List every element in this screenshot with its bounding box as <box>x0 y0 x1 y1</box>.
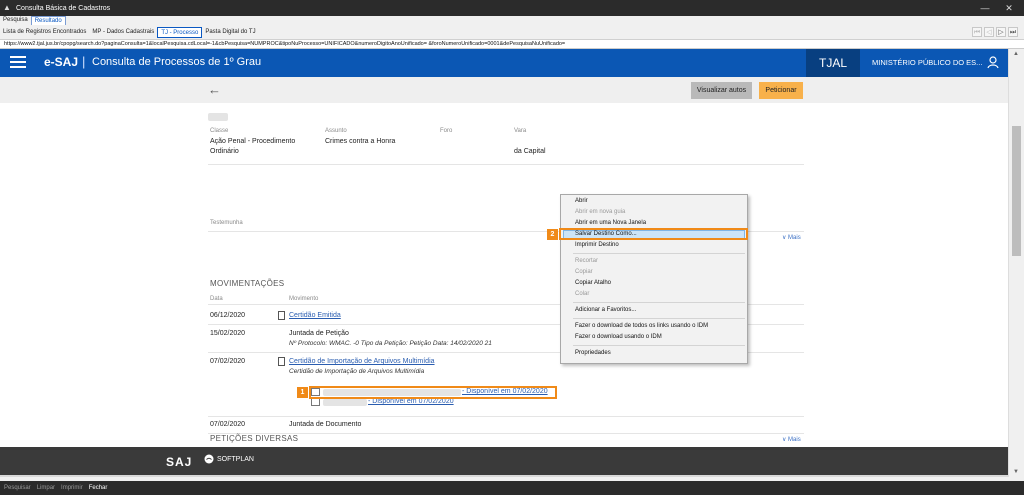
vara-value: da Capital <box>514 148 546 155</box>
classe-value-line1: Ação Penal - Procedimento <box>210 138 296 145</box>
movement-date: 07/02/2020 <box>210 421 246 428</box>
menu-hamburger-icon[interactable] <box>10 56 26 70</box>
agency-name[interactable]: MINISTÉRIO PÚBLICO DO ES... <box>872 58 982 67</box>
court-badge: TJAL <box>806 49 860 77</box>
last-record-icon[interactable]: ⏭ <box>1008 27 1018 37</box>
subtab-pasta-digital[interactable]: Pasta Digital do TJ <box>202 27 258 38</box>
softplan-logo: SOFTPLAN <box>204 454 254 464</box>
redacted-attachment-name <box>323 399 367 406</box>
classe-value-line2: Ordinário <box>210 148 239 155</box>
menu-item-idm-download[interactable]: Fazer o download usando o IDM <box>575 334 662 340</box>
close-button[interactable]: ✕ <box>994 0 1024 16</box>
menu-item-add-favorites[interactable]: Adicionar a Favoritos... <box>575 307 636 313</box>
label-classe: Classe <box>210 128 229 134</box>
menu-item-open-new-tab[interactable]: Abrir em nova guia <box>575 209 625 215</box>
label-assunto: Assunto <box>325 128 347 134</box>
attachment-icon <box>311 398 320 406</box>
user-icon[interactable] <box>986 55 1000 69</box>
movements-title: MOVIMENTAÇÕES <box>210 279 285 288</box>
menu-separator <box>573 253 745 254</box>
top-tabs: Pesquisa Resultado <box>0 16 1024 25</box>
subtab-lista-registros[interactable]: Lista de Registros Encontrados <box>0 27 89 38</box>
movement-date: 06/12/2020 <box>210 312 246 319</box>
window-titlebar: ▲ Consulta Básica de Cadastros — ✕ <box>0 0 1024 16</box>
menu-item-open[interactable]: Abrir <box>575 198 588 204</box>
redacted-process-number <box>208 113 228 121</box>
bottom-action-bar: Pesquisar Limpar Imprimir Fechar <box>0 481 1024 495</box>
movement-subtext: Certidão de Importação de Arquivos Multi… <box>289 368 425 375</box>
scroll-thumb[interactable] <box>1012 126 1021 256</box>
menu-item-idm-download-all[interactable]: Fazer o download de todos os links usand… <box>575 323 708 329</box>
softplan-icon <box>204 454 214 464</box>
scroll-up-icon[interactable]: ▲ <box>1013 51 1019 57</box>
print-action[interactable]: Imprimir <box>61 485 83 491</box>
movement-text: Juntada de Documento <box>289 421 362 428</box>
step-marker-2: 2 <box>547 229 558 240</box>
highlight-frame-save-target <box>559 228 748 240</box>
movement-text: Juntada de Petição <box>289 330 349 337</box>
context-menu: Abrir Abrir em nova guia Abrir em uma No… <box>560 194 748 364</box>
subtab-tj-processo[interactable]: TJ - Processo <box>157 26 203 38</box>
first-record-icon[interactable]: ⏮ <box>972 27 982 37</box>
sub-tabs: Lista de Registros Encontrados MP - Dado… <box>0 25 1024 40</box>
page-title: Consulta de Processos de 1º Grau <box>92 56 262 68</box>
action-band: ← Visualizar autos Peticionar <box>0 77 1008 103</box>
col-date-header: Data <box>210 296 223 302</box>
more-parties-link[interactable]: ∨ Mais <box>782 234 801 241</box>
clear-action[interactable]: Limpar <box>37 485 55 491</box>
label-vara: Vara <box>514 128 527 134</box>
movement-subtext: Nº Protocolo: WMAC. -0 Tipo da Petição: … <box>289 340 492 347</box>
brand-separator: | <box>82 54 86 69</box>
app-icon: ▲ <box>3 3 11 12</box>
movement-date: 07/02/2020 <box>210 358 246 365</box>
previous-record-icon[interactable]: ◁ <box>984 27 994 37</box>
step-marker-1: 1 <box>297 387 308 398</box>
record-navigation: ⏮ ◁ ▷ ⏭ <box>972 27 1018 37</box>
movement-link[interactable]: Certidão de Importação de Arquivos Multi… <box>289 358 435 365</box>
attachment-link[interactable]: - Disponível em 07/02/2020 <box>368 398 454 405</box>
saj-logo: SAJ <box>166 455 193 469</box>
label-foro: Foro <box>440 128 453 134</box>
col-movement-header: Movimento <box>289 296 319 302</box>
tab-pesquisa[interactable]: Pesquisa <box>0 16 31 25</box>
back-arrow-icon[interactable]: ← <box>208 82 221 97</box>
menu-item-open-new-window[interactable]: Abrir em uma Nova Janela <box>575 220 646 226</box>
menu-separator <box>573 318 745 319</box>
search-action[interactable]: Pesquisar <box>4 485 31 491</box>
document-icon <box>278 357 285 366</box>
petitions-title: PETIÇÕES DIVERSAS <box>210 434 299 443</box>
menu-item-copy[interactable]: Copiar <box>575 269 593 275</box>
esaj-header: e-SAJ | Consulta de Processos de 1º Grau… <box>0 49 1008 77</box>
movement-link[interactable]: Certidão Emitida <box>289 312 341 319</box>
address-bar[interactable]: https://www2.tjal.jus.br/cpopg/search.do… <box>0 40 1024 49</box>
more-movements-link[interactable]: ∨ Mais <box>782 436 801 443</box>
view-autos-button[interactable]: Visualizar autos <box>691 82 752 99</box>
label-testemunha: Testemunha <box>210 220 243 226</box>
petition-button[interactable]: Peticionar <box>759 82 803 99</box>
menu-item-copy-shortcut[interactable]: Copiar Atalho <box>575 280 611 286</box>
subtab-dados-cadastrais[interactable]: MP - Dados Cadastrais <box>89 27 157 38</box>
next-record-icon[interactable]: ▷ <box>996 27 1006 37</box>
esaj-brand[interactable]: e-SAJ <box>44 55 78 69</box>
softplan-text: SOFTPLAN <box>217 455 254 463</box>
movement-date: 15/02/2020 <box>210 330 246 337</box>
document-icon <box>278 311 285 320</box>
web-content: e-SAJ | Consulta de Processos de 1º Grau… <box>0 49 1008 477</box>
highlight-frame-attachment <box>309 386 557 399</box>
page-footer: SAJ SOFTPLAN <box>0 447 1008 475</box>
close-action[interactable]: Fechar <box>89 485 108 491</box>
scroll-down-icon[interactable]: ▼ <box>1013 469 1019 475</box>
window-title: Consulta Básica de Cadastros <box>16 4 111 12</box>
menu-item-cut[interactable]: Recortar <box>575 258 598 264</box>
menu-separator <box>573 302 745 303</box>
menu-item-properties[interactable]: Propriedades <box>575 350 611 356</box>
vertical-scrollbar[interactable]: ▲ ▼ <box>1008 49 1024 477</box>
menu-item-paste[interactable]: Colar <box>575 291 589 297</box>
divider <box>208 164 804 165</box>
menu-separator <box>573 345 745 346</box>
tab-resultado[interactable]: Resultado <box>30 16 66 25</box>
assunto-value: Crimes contra a Honra <box>325 138 396 145</box>
menu-item-print-target[interactable]: Imprimir Destino <box>575 242 619 248</box>
divider <box>208 416 804 417</box>
